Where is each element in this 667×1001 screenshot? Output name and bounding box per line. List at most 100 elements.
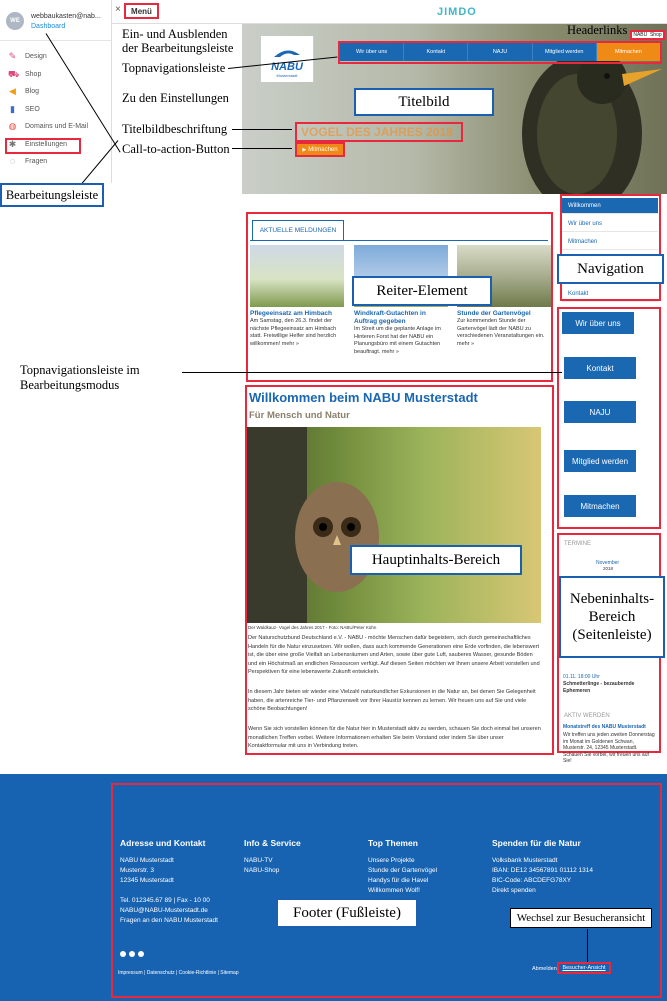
footer-link[interactable]: NABU-Shop xyxy=(244,866,301,876)
annotation-topnav-edit: Topnavigationsleiste im Bearbeitungsmodu… xyxy=(20,363,140,392)
visitor-view-link[interactable]: Besucher-Ansicht xyxy=(557,962,611,974)
aktiv-text: Wir treffen uns jeden zweiten Donnerstag… xyxy=(563,732,655,764)
facebook-icon[interactable] xyxy=(120,951,126,957)
main-paragraph: Wenn Sie sich vorstellen können für die … xyxy=(248,726,541,749)
sidebar-item-label: Fragen xyxy=(25,158,48,165)
footer-link[interactable]: IBAN: DE12 34567891 01112 1314 xyxy=(492,866,593,876)
footer-column: Top Themen Unsere Projekte Stunde der Gart… xyxy=(368,838,437,896)
photo-caption: Der Waldkauz- Vogel des Jahres 2017 - Fo… xyxy=(248,625,377,630)
main-title: Willkommen beim NABU Musterstadt xyxy=(249,390,478,405)
footer-heading: Spenden für die Natur xyxy=(492,838,581,848)
footer-link[interactable]: BIC-Code: ABCDEFG78XY xyxy=(492,876,593,886)
side-nav-item[interactable]: Mitmachen xyxy=(562,234,658,250)
youtube-icon[interactable] xyxy=(138,951,144,957)
footer-link[interactable]: Unsere Projekte xyxy=(368,856,437,866)
footer-link[interactable]: 12345 Musterstadt xyxy=(120,876,218,886)
sidebar-item-label: Shop xyxy=(25,70,42,78)
event-date: 01.11. 18:00 Uhr xyxy=(563,674,600,680)
termine-heading: TERMINE xyxy=(564,541,591,547)
speech-bubble-icon: ◌ xyxy=(9,156,16,166)
annotation-cta: Call-to-action-Button xyxy=(122,142,230,157)
footer-link[interactable]: Handys für die Havel xyxy=(368,876,437,886)
footer-heading: Top Themen xyxy=(368,838,418,848)
footer-link xyxy=(120,886,218,896)
footer-link[interactable]: Direkt spenden xyxy=(492,886,593,896)
annotation-tabs: Reiter-Element xyxy=(352,276,492,306)
footer-link[interactable]: NABU Musterstadt xyxy=(120,856,218,866)
annotation-hero: Titelbild xyxy=(354,88,494,116)
tab-underline xyxy=(250,240,548,241)
twitter-icon[interactable] xyxy=(129,951,135,957)
news-text: Am Samstag, den 26.3. findet der nächste… xyxy=(250,318,337,347)
top-nav-highlight xyxy=(338,41,662,64)
footer-column: Info & Service NABU-TV NABU-Shop xyxy=(244,838,301,876)
arrow-right-icon: ▶ xyxy=(302,146,307,153)
footer-link[interactable]: NABU-TV xyxy=(244,856,301,866)
bar-chart-icon: ▮ xyxy=(10,103,15,114)
sidebar-item-label: SEO xyxy=(25,105,40,113)
logout-link[interactable]: Abmelden xyxy=(532,966,557,972)
sidebar-item-fragen[interactable]: ◌ Fragen xyxy=(8,157,108,166)
vertical-nav-button[interactable]: Kontakt xyxy=(564,357,636,379)
social-icons xyxy=(120,951,144,957)
stork-icon xyxy=(274,50,300,57)
annotation-navigation: Navigation xyxy=(557,254,664,284)
vertical-nav-button[interactable]: Mitmachen xyxy=(564,495,636,517)
sidebar-item-label: Blog xyxy=(25,88,40,95)
news-title[interactable]: Pflegeeinsatz am Himbach xyxy=(250,310,346,318)
footer-heading: Adresse und Kontakt xyxy=(120,838,206,848)
sidebar-item-label: Domains und E-Mail xyxy=(25,123,89,130)
main-paragraph: Der Naturschutzbund Deutschland e.V. - N… xyxy=(248,635,540,675)
footer-link[interactable]: Volksbank Musterstadt xyxy=(492,856,593,866)
edit-sidebar: WE webbaukasten@nab... Dashboard ✎ Design… xyxy=(0,0,112,183)
annotation-main: Hauptinhalts-Bereich xyxy=(350,545,522,575)
owl-image xyxy=(247,427,541,623)
menu-toggle[interactable]: Menü xyxy=(124,3,159,19)
dashboard-link[interactable]: Dashboard xyxy=(31,23,65,30)
header-link-nabu[interactable]: NABU xyxy=(633,32,647,38)
annotation-toggle: Ein- und Ausblenden der Bearbeitungsleis… xyxy=(122,27,240,55)
vertical-nav-button[interactable]: Mitglied werden xyxy=(564,450,636,472)
annotation-caption: Titelbildbeschriftung xyxy=(122,122,228,137)
side-navigation: Willkommen Wir über uns Mitmachen Kontakt xyxy=(560,194,661,302)
tab-aktuelle-meldungen[interactable]: AKTUELLE MELDUNGEN xyxy=(252,220,344,240)
news-card[interactable]: Pflegeeinsatz am Himbach Am Samstag, den… xyxy=(250,245,346,363)
side-nav-item[interactable]: Wir über uns xyxy=(562,216,658,232)
sidebar-item-blog[interactable]: ◀ Blog xyxy=(8,87,108,96)
divider xyxy=(0,40,111,41)
footer-link[interactable]: NABU@NABU-Musterstadt.de xyxy=(120,906,218,916)
side-nav-item[interactable]: Kontakt xyxy=(562,286,658,302)
annotation-side: Nebeninhalts-Bereich (Seitenleiste) xyxy=(559,576,665,658)
hero-caption: VOGEL DES JAHRES 2018 xyxy=(295,122,463,142)
arrow-line xyxy=(587,929,588,962)
news-title[interactable]: Stunde der Gartenvögel xyxy=(457,310,553,318)
footer-link[interactable]: Musterstr. 3 xyxy=(120,866,218,876)
footer-link[interactable]: Tel. 012345.67 89 | Fax - 10 00 xyxy=(120,896,218,906)
header-link-shop[interactable]: Shop xyxy=(650,32,662,38)
news-text: Im Streit um die geplante Anlage im Hint… xyxy=(354,326,441,355)
arrow-line xyxy=(182,372,562,373)
aktiv-title[interactable]: Monatstreff des NABU Musterstadt xyxy=(563,724,657,730)
footer-column: Spenden für die Natur Volksbank Mustersta… xyxy=(492,838,593,896)
sidebar-item-shop[interactable]: ⛟ Shop xyxy=(8,69,108,79)
legal-links[interactable]: Impressum | Datenschutz | Cookie-Richtli… xyxy=(118,970,239,976)
settings-highlight xyxy=(5,138,81,154)
close-icon[interactable]: × xyxy=(115,4,121,15)
cta-button[interactable]: ▶ Mitmachen xyxy=(295,142,345,157)
avatar[interactable]: WE xyxy=(6,12,24,30)
news-title[interactable]: Windkraft-Gutachten in Auftrag gegeben xyxy=(354,310,450,326)
megaphone-icon: ◀ xyxy=(9,86,16,96)
event-title[interactable]: Schmetterlinge - bezaubernde Ephemeren xyxy=(563,681,651,694)
footer-column: Adresse und Kontakt NABU Musterstadt Muste… xyxy=(120,838,218,926)
vertical-nav-button[interactable]: Wir über uns xyxy=(562,312,634,334)
main-paragraph: In diesem Jahr bieten wir wieder eine Vi… xyxy=(248,689,536,712)
footer-link[interactable]: Fragen an den NABU Musterstadt xyxy=(120,916,218,926)
footer-link[interactable]: Stunde der Gartenvögel xyxy=(368,866,437,876)
sidebar-item-label: Design xyxy=(25,53,47,60)
side-nav-item[interactable]: Willkommen xyxy=(562,198,658,214)
sidebar-item-domains-und-e-mail[interactable]: ◍ Domains und E-Mail xyxy=(8,122,108,131)
vertical-nav-button[interactable]: NAJU xyxy=(564,401,636,423)
jimdo-logo: JIMDO xyxy=(437,6,477,18)
footer-link[interactable]: Willkommen Wolf! xyxy=(368,886,437,896)
arrow-line xyxy=(232,148,292,149)
